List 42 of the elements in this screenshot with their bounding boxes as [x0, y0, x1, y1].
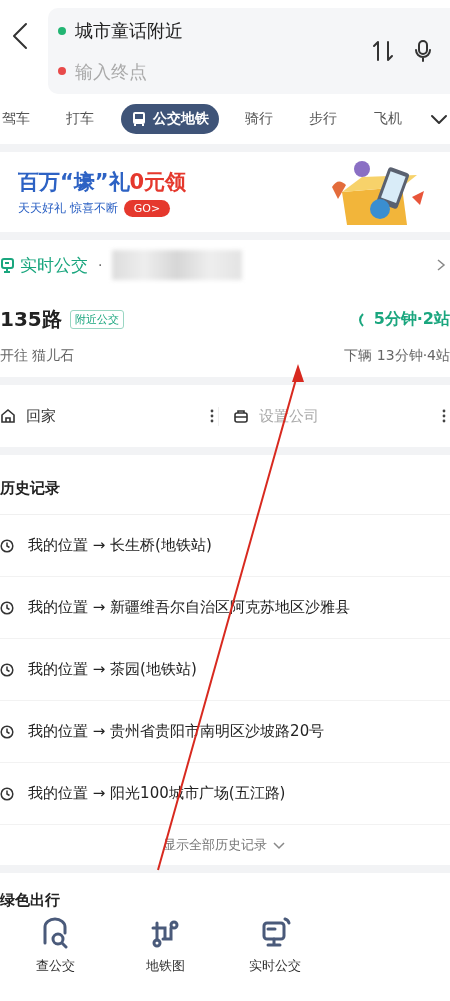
- direction-text: 开往 猫儿石: [0, 347, 75, 365]
- mode-tab[interactable]: 飞机: [363, 104, 412, 134]
- destination-field[interactable]: 输入终点: [75, 60, 255, 82]
- feature-button[interactable]: 查公交: [0, 917, 110, 975]
- home-icon: [0, 408, 16, 424]
- start-dot: [58, 27, 66, 35]
- mode-tab[interactable]: 公交地铁: [120, 104, 219, 134]
- realtime-header[interactable]: 实时公交 ·: [0, 248, 450, 282]
- feature-button[interactable]: 地铁图: [110, 917, 220, 975]
- nearby-tag: 附近公交: [69, 310, 124, 329]
- start-location[interactable]: 城市童话附近: [75, 19, 183, 43]
- clock-icon: [0, 538, 14, 553]
- shortcut-home-button[interactable]: 回家: [26, 406, 56, 426]
- mode-tab[interactable]: 骑行: [235, 104, 283, 134]
- more-icon[interactable]: [442, 409, 446, 423]
- mode-tab[interactable]: 打车: [56, 104, 105, 134]
- mode-tab[interactable]: 步行: [299, 104, 348, 134]
- route-number: 135路: [0, 306, 62, 333]
- history-item[interactable]: 我的位置 → 茶园(地铁站): [0, 639, 450, 701]
- separator-dot: ·: [98, 257, 103, 273]
- section-title: 绿色出行: [0, 889, 61, 911]
- banner-subtitle: 天天好礼 惊喜不断: [18, 199, 118, 217]
- bus-stop-icon: [0, 257, 16, 273]
- promo-banner[interactable]: 百万“壕”礼0元领 天天好礼 惊喜不断 GO>: [0, 152, 450, 232]
- banner-title: 百万“壕”礼0元领: [18, 168, 187, 196]
- next-bus-text: 下辆 13分钟·4站: [344, 347, 450, 365]
- clock-icon: [0, 600, 14, 615]
- end-dot: [58, 67, 66, 75]
- history-item[interactable]: 我的位置 → 长生桥(地铁站): [0, 515, 450, 577]
- arrival-time: 5分钟·2站: [373, 309, 450, 330]
- bus-icon: [130, 111, 147, 127]
- clock-icon: [0, 724, 14, 739]
- clock-icon: [0, 786, 14, 801]
- go-button[interactable]: GO>: [123, 199, 171, 217]
- feature-button[interactable]: 实时公交: [220, 917, 330, 975]
- history-title: 历史记录: [0, 463, 450, 515]
- realtime-title: 实时公交: [20, 253, 88, 277]
- mode-tab[interactable]: 驾车: [0, 104, 40, 134]
- more-icon[interactable]: [209, 409, 214, 423]
- briefcase-icon: [232, 408, 249, 424]
- swap-icon[interactable]: [370, 38, 396, 64]
- clock-icon: [0, 662, 14, 677]
